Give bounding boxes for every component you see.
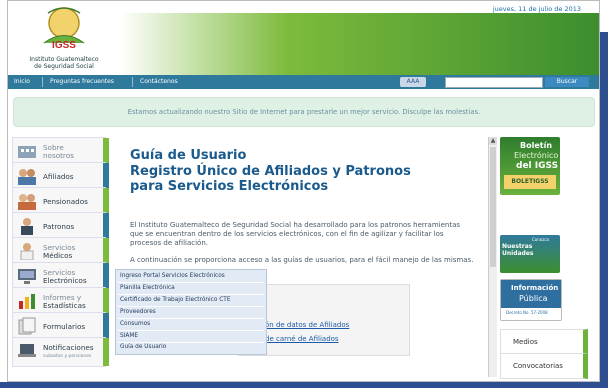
- window-frame-right: [600, 32, 608, 388]
- sidebar-accent: [103, 338, 109, 366]
- boletin-title: Boletín: [520, 141, 553, 150]
- dropdown-divider: [118, 318, 264, 319]
- org-name-line2: de Seguridad Social: [34, 63, 94, 70]
- documents-icon: [18, 317, 36, 335]
- page-title-line3: para Servicios Electrónicos: [130, 179, 329, 194]
- logo-text: IGSS: [52, 40, 76, 51]
- content-scrollbar[interactable]: ▲: [488, 137, 497, 377]
- header-green-band: [120, 13, 599, 75]
- site-header: IGSS Instituto Guatemalteco de Seguridad…: [8, 1, 599, 75]
- dropdown-option-siame[interactable]: SIAME: [120, 333, 138, 339]
- page-title-line1: Guía de Usuario: [130, 148, 247, 163]
- businessman-icon: [21, 218, 33, 235]
- sidebar-item-label: Patronos: [43, 222, 75, 231]
- guide-link-actualizacion-datos[interactable]: ón de datos de Afiliados: [265, 321, 349, 329]
- dropdown-option-consumos[interactable]: Consumos: [120, 321, 150, 327]
- elderly-couple-icon: [18, 194, 36, 210]
- sidebar-item-sublabel: Electrónicos: [43, 276, 87, 285]
- maintenance-notice: Estamos actualizando nuestro Sitio de In…: [13, 97, 595, 127]
- igss-logo[interactable]: IGSS: [34, 3, 94, 55]
- servicios-electronicos-dropdown: Ingreso Portal Servicios Electrónicos Pl…: [115, 269, 267, 355]
- nav-separator: [132, 77, 133, 87]
- boletin-tag: BOLETIGSS: [504, 175, 556, 189]
- nav-inicio[interactable]: Inicio: [14, 78, 30, 85]
- bar-chart-icon: [19, 294, 35, 309]
- nav-separator: [42, 77, 43, 87]
- right-panel: Boletín Electrónico del IGSS BOLETIGSS C…: [500, 137, 590, 381]
- sidebar-item-sublabel: nosotros: [43, 151, 74, 160]
- boletin-org: del IGSS: [516, 161, 559, 171]
- nav-contactenos[interactable]: Contáctenos: [140, 78, 178, 85]
- dropdown-option-proveedores[interactable]: Proveedores: [120, 309, 156, 315]
- people-icon: [18, 169, 36, 185]
- current-date: jueves, 11 de julio de 2013: [492, 5, 581, 13]
- nuestras-unidades-banner[interactable]: Conozca Nuestras Unidades: [500, 235, 560, 273]
- window-frame-bottom: [0, 382, 608, 388]
- boletin-banner[interactable]: Boletín Electrónico del IGSS BOLETIGSS: [500, 137, 560, 195]
- sidebar-item-label: Afiliados: [43, 172, 74, 181]
- dropdown-option-certificado[interactable]: Certificado de Trabajo Electrónico CTE: [120, 297, 231, 303]
- search-button[interactable]: Buscar: [545, 77, 589, 87]
- sidebar-item-sublabel: Estadísticas: [43, 301, 86, 310]
- dropdown-divider: [118, 282, 264, 283]
- laptop-icon: [18, 344, 36, 357]
- org-name: Instituto Guatemalteco de Seguridad Soci…: [8, 56, 120, 70]
- dropdown-option-portal[interactable]: Ingreso Portal Servicios Electrónicos: [120, 273, 225, 279]
- org-name-line1: Instituto Guatemalteco: [29, 56, 99, 63]
- info-title: Información: [511, 284, 559, 292]
- sidebar-item-sublabel: subastas y pensiones: [43, 354, 92, 359]
- text-size-button[interactable]: AAA: [400, 77, 426, 87]
- top-nav-bar: Inicio Preguntas frecuentes Contáctenos …: [8, 75, 599, 89]
- web-page: IGSS Instituto Guatemalteco de Seguridad…: [7, 0, 600, 382]
- doctor-icon: [20, 243, 34, 260]
- dropdown-divider: [118, 342, 264, 343]
- scroll-thumb[interactable]: [490, 147, 496, 267]
- sidebar-item-label: Notificaciones: [43, 343, 94, 352]
- search-input[interactable]: [445, 77, 543, 88]
- sidebar-menu: Sobre nosotros Afiliados Pensionados Pat…: [12, 137, 109, 369]
- guides-paragraph: A continuación se proporciona acceso a l…: [130, 256, 474, 264]
- unidades-title: Nuestras Unidades: [502, 243, 534, 257]
- dropdown-option-planilla[interactable]: Planilla Electrónica: [120, 285, 175, 291]
- page-title-line2: Registro Único de Afiliados y Patronos: [130, 164, 411, 179]
- sidebar-item-label: Pensionados: [43, 197, 88, 206]
- convocatorias-button[interactable]: Convocatorias: [500, 353, 588, 379]
- informacion-publica-banner[interactable]: Información Pública Decreto No. 57-2008: [500, 279, 562, 321]
- dropdown-divider: [118, 330, 264, 331]
- scroll-up-arrow-icon[interactable]: ▲: [489, 137, 497, 145]
- unidades-small: Conozca: [532, 237, 549, 242]
- computer-icon: [18, 269, 36, 284]
- info-subtitle: Pública: [519, 294, 548, 303]
- dropdown-option-guia-usuario[interactable]: Guía de Usuario: [120, 344, 166, 350]
- sidebar-item-sublabel: Médicos: [43, 251, 73, 260]
- dropdown-divider: [118, 306, 264, 307]
- intro-paragraph: El Instituto Guatemalteco de Seguridad S…: [130, 221, 461, 247]
- medios-button[interactable]: Medios: [500, 329, 588, 355]
- sidebar-item-notificaciones[interactable]: Notificaciones subastas y pensiones: [12, 337, 109, 367]
- info-decree: Decreto No. 57-2008: [506, 310, 548, 315]
- dropdown-divider: [118, 294, 264, 295]
- boletin-subtitle: Electrónico: [514, 151, 559, 160]
- guide-link-carne-afiliados[interactable]: de carné de Afiliados: [265, 335, 339, 343]
- sidebar-item-label: Formularios: [43, 322, 86, 331]
- building-icon: [18, 146, 36, 158]
- nav-preguntas-frecuentes[interactable]: Preguntas frecuentes: [50, 78, 114, 85]
